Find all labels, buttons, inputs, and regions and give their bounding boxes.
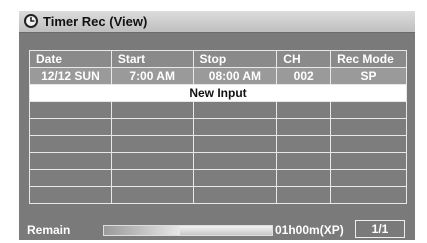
empty-cell [330,101,407,119]
empty-cell [276,152,332,170]
cell-start: 7:00 AM [110,67,194,85]
column-header-ch: CH [276,50,332,68]
empty-cell [192,101,278,119]
empty-row[interactable] [29,152,407,170]
cell-rec-mode: SP [330,67,407,85]
empty-cell [192,152,278,170]
empty-cell [29,186,112,204]
column-header-start: Start [110,50,194,68]
empty-cell [330,135,407,153]
remain-label: Remain [27,223,71,237]
cell-date: 12/12 SUN [29,67,112,85]
empty-cell [192,169,278,187]
empty-row[interactable] [29,186,407,204]
empty-cell [29,118,112,136]
new-input-label: New Input [29,84,407,102]
empty-cell [110,118,194,136]
column-header-date: Date [29,50,112,68]
timer-rec-table: Date Start Stop CH Rec Mode 12/12 SUN 7:… [29,50,407,204]
new-input-row[interactable]: New Input [29,84,407,102]
empty-cell [192,118,278,136]
empty-cell [29,135,112,153]
clock-icon [24,14,38,28]
empty-cell [276,135,332,153]
empty-row[interactable] [29,101,407,119]
table-row[interactable]: 12/12 SUN 7:00 AM 08:00 AM 002 SP [29,67,407,85]
cell-ch: 002 [276,67,332,85]
remain-progress-bar [103,225,273,236]
empty-cell [276,101,332,119]
column-header-stop: Stop [192,50,278,68]
empty-cell [330,186,407,204]
empty-row[interactable] [29,118,407,136]
table-header-row: Date Start Stop CH Rec Mode [29,50,407,68]
title-bar: Timer Rec (View) [19,11,415,33]
empty-cell [110,152,194,170]
empty-row[interactable] [29,135,407,153]
page-indicator: 1/1 [355,220,405,238]
empty-cell [276,186,332,204]
empty-cell [29,152,112,170]
empty-cell [110,135,194,153]
empty-cell [110,186,194,204]
empty-cell [192,135,278,153]
empty-cell [276,169,332,187]
empty-cell [110,169,194,187]
column-header-rec-mode: Rec Mode [330,50,407,68]
remain-progress-fill [104,226,180,235]
empty-cell [192,186,278,204]
empty-cell [29,101,112,119]
remain-value: 01h00m(XP) [275,223,344,237]
empty-cell [276,118,332,136]
empty-cell [330,169,407,187]
empty-row[interactable] [29,169,407,187]
empty-cell [110,101,194,119]
timer-rec-screen: Timer Rec (View) Date Start Stop CH Rec … [19,11,415,240]
window-title: Timer Rec (View) [43,14,148,29]
empty-cell [29,169,112,187]
empty-cell [330,152,407,170]
cell-stop: 08:00 AM [192,67,278,85]
empty-cell [330,118,407,136]
